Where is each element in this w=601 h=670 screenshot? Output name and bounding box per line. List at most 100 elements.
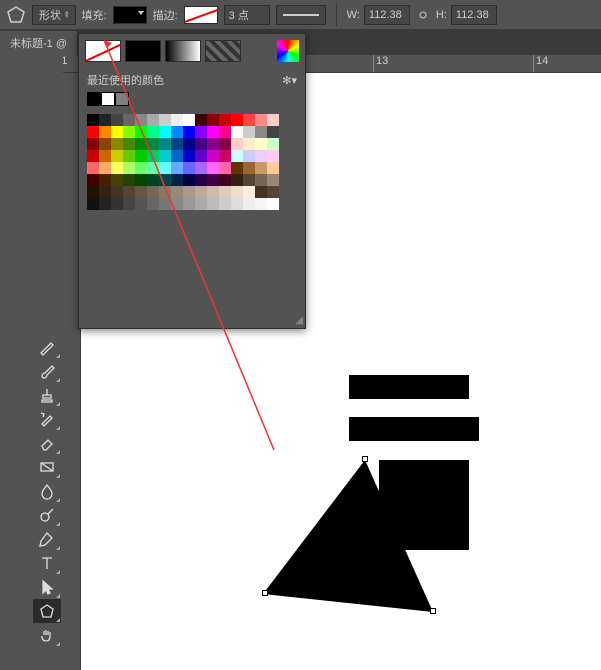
- history-brush-tool[interactable]: [33, 407, 61, 431]
- color-swatch[interactable]: [231, 186, 243, 198]
- color-swatch[interactable]: [243, 186, 255, 198]
- color-swatch[interactable]: [135, 138, 147, 150]
- color-swatch[interactable]: [231, 126, 243, 138]
- color-swatch[interactable]: [171, 138, 183, 150]
- color-swatch[interactable]: [183, 174, 195, 186]
- color-swatch[interactable]: [207, 126, 219, 138]
- color-swatch[interactable]: [147, 198, 159, 210]
- color-swatch[interactable]: [267, 138, 279, 150]
- color-swatch[interactable]: [87, 174, 99, 186]
- color-swatch[interactable]: [87, 162, 99, 174]
- stamp-tool[interactable]: [33, 383, 61, 407]
- gear-icon[interactable]: ✻▾: [282, 74, 297, 87]
- color-swatch[interactable]: [171, 126, 183, 138]
- color-swatch[interactable]: [147, 126, 159, 138]
- color-swatch[interactable]: [111, 162, 123, 174]
- color-swatch[interactable]: [183, 186, 195, 198]
- color-swatch[interactable]: [171, 198, 183, 210]
- color-swatch[interactable]: [255, 138, 267, 150]
- color-swatch[interactable]: [219, 114, 231, 126]
- color-swatch[interactable]: [195, 162, 207, 174]
- color-swatch[interactable]: [207, 186, 219, 198]
- color-swatch[interactable]: [195, 114, 207, 126]
- color-swatch[interactable]: [243, 114, 255, 126]
- blur-tool[interactable]: [33, 479, 61, 503]
- color-swatch[interactable]: [219, 174, 231, 186]
- color-swatch[interactable]: [159, 138, 171, 150]
- color-swatch[interactable]: [255, 150, 267, 162]
- color-swatch[interactable]: [99, 126, 111, 138]
- color-swatch[interactable]: [111, 174, 123, 186]
- color-swatch[interactable]: [207, 174, 219, 186]
- color-swatch[interactable]: [219, 126, 231, 138]
- color-swatch[interactable]: [111, 198, 123, 210]
- color-swatch[interactable]: [183, 198, 195, 210]
- type-tool[interactable]: [33, 551, 61, 575]
- color-swatch[interactable]: [231, 138, 243, 150]
- fill-gradient-tab[interactable]: [165, 40, 201, 62]
- color-swatch[interactable]: [231, 162, 243, 174]
- color-swatch[interactable]: [123, 186, 135, 198]
- color-swatch[interactable]: [195, 186, 207, 198]
- color-swatch[interactable]: [267, 186, 279, 198]
- color-swatch[interactable]: [255, 114, 267, 126]
- color-swatch[interactable]: [243, 174, 255, 186]
- shape-tool[interactable]: [33, 599, 61, 623]
- color-swatch[interactable]: [111, 138, 123, 150]
- color-swatch[interactable]: [123, 150, 135, 162]
- link-wh-icon[interactable]: [416, 8, 430, 22]
- recent-color-swatch[interactable]: [115, 92, 129, 106]
- color-swatch[interactable]: [111, 114, 123, 126]
- color-swatch[interactable]: [99, 138, 111, 150]
- stroke-style-dropdown[interactable]: [276, 5, 326, 25]
- canvas-shape-rect[interactable]: [349, 417, 479, 441]
- color-swatch[interactable]: [147, 114, 159, 126]
- color-swatch[interactable]: [99, 150, 111, 162]
- color-swatch[interactable]: [123, 174, 135, 186]
- color-swatch[interactable]: [267, 162, 279, 174]
- color-picker-button[interactable]: [277, 40, 299, 62]
- color-swatch[interactable]: [159, 162, 171, 174]
- color-swatch[interactable]: [195, 138, 207, 150]
- color-swatch[interactable]: [243, 162, 255, 174]
- color-swatch[interactable]: [99, 162, 111, 174]
- color-swatch[interactable]: [123, 138, 135, 150]
- color-swatch[interactable]: [207, 150, 219, 162]
- color-swatch[interactable]: [183, 114, 195, 126]
- color-swatch[interactable]: [255, 198, 267, 210]
- color-swatch[interactable]: [219, 150, 231, 162]
- color-swatch[interactable]: [147, 174, 159, 186]
- color-swatch[interactable]: [267, 150, 279, 162]
- color-swatch[interactable]: [219, 198, 231, 210]
- color-swatch[interactable]: [195, 126, 207, 138]
- color-swatch[interactable]: [135, 150, 147, 162]
- color-swatch[interactable]: [135, 198, 147, 210]
- color-swatch[interactable]: [99, 174, 111, 186]
- color-swatch[interactable]: [171, 114, 183, 126]
- color-swatch[interactable]: [135, 174, 147, 186]
- color-swatch[interactable]: [183, 138, 195, 150]
- color-swatch[interactable]: [135, 162, 147, 174]
- color-swatch[interactable]: [255, 162, 267, 174]
- color-swatch[interactable]: [99, 198, 111, 210]
- color-swatch[interactable]: [123, 162, 135, 174]
- color-swatch[interactable]: [159, 126, 171, 138]
- transform-handle[interactable]: [430, 608, 436, 614]
- color-swatch[interactable]: [195, 198, 207, 210]
- color-swatch[interactable]: [231, 198, 243, 210]
- color-swatch[interactable]: [159, 174, 171, 186]
- color-swatch[interactable]: [255, 174, 267, 186]
- color-swatch[interactable]: [111, 150, 123, 162]
- color-swatch[interactable]: [159, 150, 171, 162]
- color-swatch[interactable]: [147, 162, 159, 174]
- color-swatch[interactable]: [195, 174, 207, 186]
- canvas-shape-triangle[interactable]: [255, 452, 445, 632]
- color-swatch[interactable]: [171, 150, 183, 162]
- stroke-swatch-button[interactable]: [184, 6, 218, 24]
- color-swatch[interactable]: [123, 126, 135, 138]
- path-select-tool[interactable]: [33, 575, 61, 599]
- color-swatch[interactable]: [243, 138, 255, 150]
- color-swatch[interactable]: [219, 138, 231, 150]
- pen-tool[interactable]: [33, 527, 61, 551]
- color-swatch[interactable]: [147, 150, 159, 162]
